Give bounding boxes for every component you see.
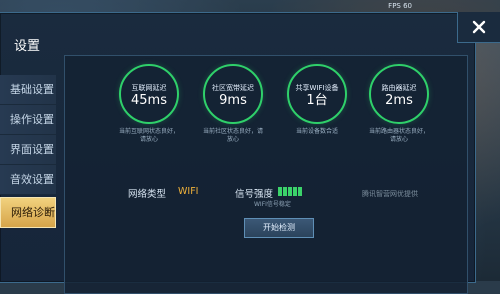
metric-community-latency: 社区宽带延迟 9ms 当前社区状态良好，请放心 <box>202 64 264 144</box>
metric-title: 路由器延迟 <box>381 83 417 92</box>
metric-title: 社区宽带延迟 <box>212 83 254 92</box>
signal-note: WIFI信号稳定 <box>254 201 291 208</box>
metric-value: 2ms <box>385 92 413 108</box>
metric-value: 1台 <box>306 92 328 108</box>
sidebar-item-network[interactable]: 网络诊断 <box>0 197 56 228</box>
page-title: 设置 <box>14 39 41 54</box>
latency-ring: 路由器延迟 2ms <box>369 64 429 124</box>
metric-desc: 当前路由器状态良好，请放心 <box>368 128 429 143</box>
metric-desc: 当前设备数合适 <box>295 128 338 135</box>
metric-desc: 当前社区状态良好，请放心 <box>202 128 263 143</box>
metric-router-latency: 路由器延迟 2ms 当前路由器状态良好，请放心 <box>368 64 430 144</box>
device-ring: 共享WIFI设备 1台 <box>287 64 347 124</box>
metric-title: 互联网延迟 <box>131 83 167 92</box>
metric-value: 9ms <box>219 92 247 108</box>
sidebar-item-controls[interactable]: 操作设置 <box>0 105 56 135</box>
sidebar-item-audio[interactable]: 音效设置 <box>0 165 56 195</box>
signal-bar <box>278 187 282 196</box>
start-diagnosis-button[interactable]: 开始检测 <box>244 218 314 238</box>
signal-bar <box>293 187 297 196</box>
metric-internet-latency: 互联网延迟 45ms 当前互联网状态良好，请放心 <box>118 64 180 144</box>
signal-bar <box>298 187 302 196</box>
metric-shared-wifi: 共享WIFI设备 1台 当前设备数合适 <box>286 64 348 136</box>
close-icon <box>472 20 486 34</box>
network-type-label: 网络类型 <box>128 189 167 200</box>
signal-bars-icon <box>278 187 302 196</box>
signal-bar <box>288 187 292 196</box>
fps-readout: FPS 60 <box>388 2 412 10</box>
signal-bar <box>283 187 287 196</box>
settings-modal: 设置 基础设置 操作设置 界面设置 音效设置 网络诊断 <box>0 12 476 294</box>
latency-ring: 社区宽带延迟 9ms <box>203 64 263 124</box>
status-strip: FPS 60 <box>0 0 500 12</box>
metric-desc: 当前互联网状态良好，请放心 <box>118 128 179 143</box>
signal-strength-label: 信号强度 <box>235 189 274 200</box>
sidebar-item-interface[interactable]: 界面设置 <box>0 135 56 165</box>
sidebar-item-basic[interactable]: 基础设置 <box>0 75 56 105</box>
network-type-value: WIFI <box>178 186 199 197</box>
provider-credit: 腾讯智营网优提供 <box>362 190 418 198</box>
metric-value: 45ms <box>131 92 167 108</box>
latency-ring: 互联网延迟 45ms <box>119 64 179 124</box>
metric-title: 共享WIFI设备 <box>295 83 339 92</box>
settings-sidebar: 基础设置 操作设置 界面设置 音效设置 网络诊断 <box>0 75 56 228</box>
close-button[interactable] <box>457 12 500 43</box>
